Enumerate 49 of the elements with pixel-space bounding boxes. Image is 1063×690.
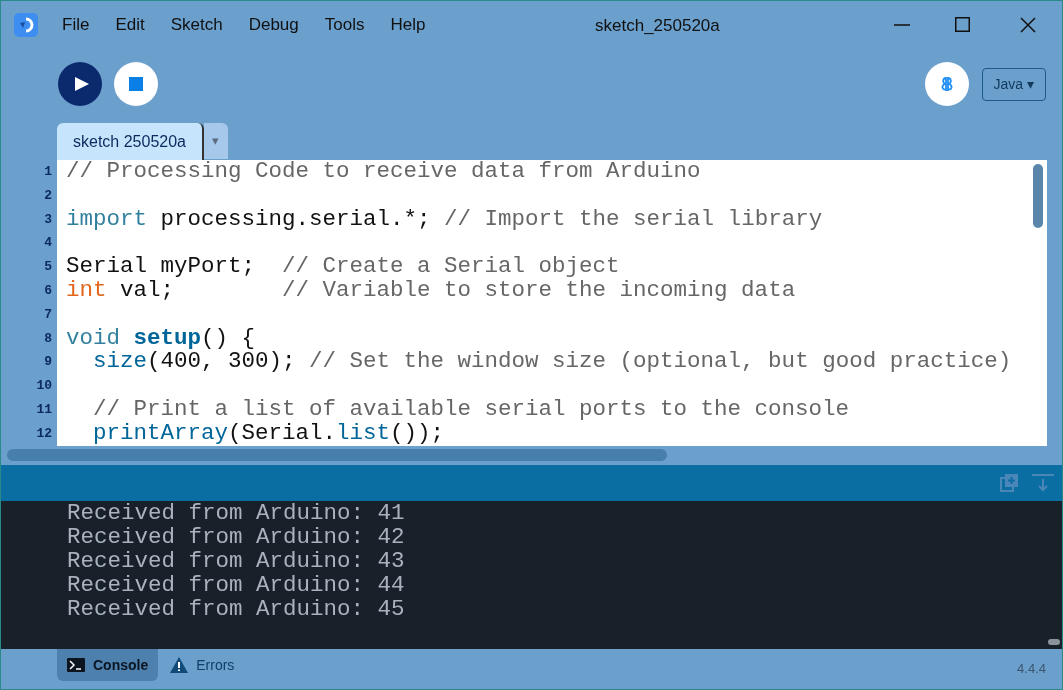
maximize-icon[interactable] [955,17,970,32]
menu-item[interactable]: Edit [115,11,145,38]
version-label: 4.4.4 [1017,660,1046,679]
line-number: 11 [36,400,52,419]
code-line: Serial myPort; // Create a Serial object [66,255,621,279]
panel-tab[interactable]: Errors [160,649,245,681]
panel-tab[interactable]: Console [57,649,159,681]
close-icon[interactable] [1020,16,1036,33]
line-number: 7 [44,305,52,324]
console-line: Received from Arduino: 41 [67,501,406,525]
code-line: printArray(Serial.list()); [92,421,446,446]
terminal-icon [67,658,85,672]
code-line: import processing.serial.*; // Import the serial library [66,207,824,232]
stop-icon [129,77,143,91]
menu-item[interactable]: Sketch [170,11,223,38]
play-icon [74,77,89,91]
console-line: Received from Arduino: 42 [67,525,406,549]
stop-button[interactable] [114,62,158,106]
app-logo-icon [14,12,38,37]
mode-selector[interactable]: Java ▾ [981,67,1046,101]
line-number: 12 [36,424,52,443]
console-line: Received from Arduino: 43 [67,549,406,573]
horizontal-scrollbar[interactable] [7,449,667,461]
code-line: size(400, 300); // Set the window size (optional, but good practice) [92,350,1013,375]
line-number: 3 [44,210,52,229]
line-number: 5 [44,258,52,277]
menu-item[interactable]: Tools [324,11,365,38]
window-title: sketch_250520a [595,15,720,37]
code-line: // Print a list of available serial ports to the console [92,397,851,422]
debugger-button[interactable] [924,62,969,106]
code-line: int val; // Variable to store the incoming data [66,279,797,303]
console-line: Received from Arduino: 44 [67,573,406,597]
console-line: Received from Arduino: 45 [67,597,406,621]
run-button[interactable] [58,62,102,106]
line-number: 10 [36,377,52,396]
menu-item[interactable]: File [62,11,90,38]
line-number: 4 [44,234,52,253]
line-number: 8 [44,329,52,348]
menu-item[interactable]: Help [390,11,426,38]
vertical-scrollbar[interactable] [1028,160,1047,446]
sketch-tab[interactable]: sketch 250520a [57,123,204,160]
line-number: 6 [44,282,52,300]
line-number: 9 [44,353,52,372]
code-line: void setup() { [66,326,257,351]
menu-item[interactable]: Debug [248,11,299,38]
line-number: 1 [44,163,52,181]
code-line: // Processing Code to receive data from Arduino [66,160,702,184]
line-number: 2 [44,186,52,205]
warning-icon [170,657,189,673]
